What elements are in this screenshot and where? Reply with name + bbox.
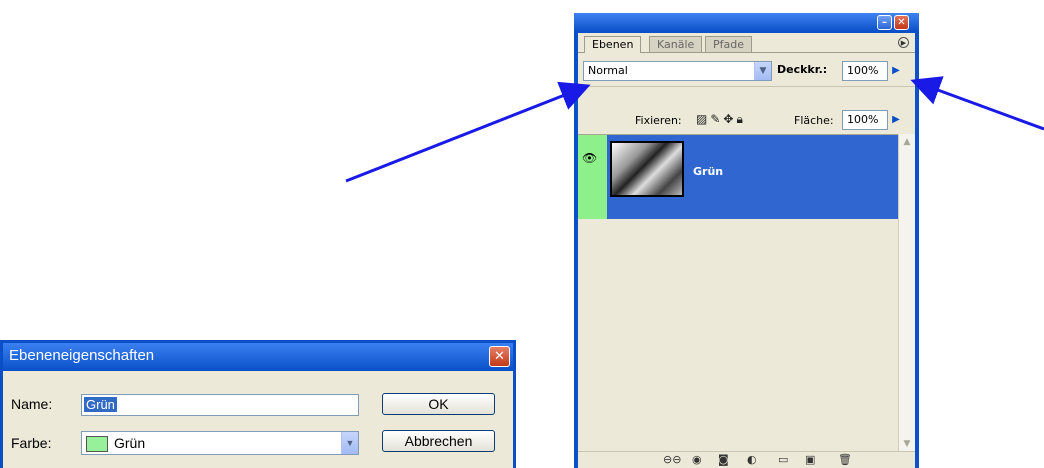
arrow-to-opacity <box>910 76 1044 131</box>
layer-style-icon[interactable]: ◉ <box>692 452 702 468</box>
eye-icon[interactable]: 👁︎ <box>582 151 597 165</box>
dialog-title: Ebeneneigenschaften <box>9 347 155 364</box>
new-group-icon[interactable]: ▭ <box>778 452 788 468</box>
blend-mode-value: Normal <box>588 64 628 77</box>
adjustment-layer-icon[interactable]: ◐ <box>747 452 757 468</box>
arrow-to-blend-mode <box>345 81 591 183</box>
layer-list-scrollbar[interactable]: ▲ ▼ <box>898 134 915 452</box>
mask-icon[interactable]: ◙ <box>718 452 729 468</box>
fill-field[interactable]: 100% <box>842 110 888 130</box>
panel-menu-icon[interactable]: ▶ <box>898 37 909 48</box>
layer-row[interactable]: 👁︎ Grün <box>578 135 899 219</box>
name-label: Name: <box>11 396 53 412</box>
layer-list: 👁︎ Grün <box>578 134 899 452</box>
scroll-up-icon[interactable]: ▲ <box>899 134 915 150</box>
color-value: Grün <box>114 435 146 451</box>
dialog-titlebar: Ebeneneigenschaften ✕ <box>3 343 513 371</box>
cancel-button[interactable]: Abbrechen <box>382 430 495 452</box>
fill-slider-arrow-icon[interactable]: ▶ <box>889 110 903 130</box>
layers-panel: – ✕ Ebenen Kanäle Pfade ▶ Normal ▼ Deckk… <box>574 13 919 468</box>
close-icon[interactable]: ✕ <box>894 15 909 30</box>
minimize-icon[interactable]: – <box>877 15 892 30</box>
scroll-down-icon[interactable]: ▼ <box>899 436 915 452</box>
blend-mode-select[interactable]: Normal ▼ <box>583 61 772 81</box>
panel-body: Ebenen Kanäle Pfade ▶ Normal ▼ Deckkr.: … <box>578 33 915 468</box>
panel-titlebar: – ✕ <box>574 13 919 32</box>
trash-icon[interactable]: 🗑︎ <box>838 452 852 468</box>
lock-label: Fixieren: <box>635 114 682 127</box>
chevron-down-icon[interactable]: ▼ <box>341 432 358 454</box>
divider <box>578 86 915 87</box>
lock-all-icon[interactable]: 🔒︎ <box>736 112 745 126</box>
layer-name: Grün <box>693 165 724 178</box>
name-value: Grün <box>84 397 117 412</box>
link-icon[interactable]: ⊖⊖ <box>663 452 681 468</box>
new-layer-icon[interactable]: ▣ <box>805 452 815 468</box>
fill-label: Fläche: <box>794 114 834 127</box>
color-swatch <box>86 436 108 452</box>
chevron-down-icon[interactable]: ▼ <box>754 62 771 80</box>
layer-thumbnail <box>610 141 684 197</box>
layer-color-label: 👁︎ <box>578 135 607 219</box>
close-icon[interactable]: ✕ <box>489 346 510 367</box>
color-label: Farbe: <box>11 435 52 451</box>
opacity-label: Deckkr.: <box>777 63 828 76</box>
layers-toolbar: ⊖⊖ ◉ ◙ ◐ ▭ ▣ 🗑︎ <box>578 451 915 468</box>
tab-channels[interactable]: Kanäle <box>649 36 703 52</box>
lock-move-icon[interactable]: ✥ <box>723 112 736 126</box>
color-select[interactable]: Grün ▼ <box>81 431 359 455</box>
lock-paint-icon[interactable]: ✎ <box>710 112 723 126</box>
name-field[interactable]: Grün <box>81 394 359 416</box>
layer-properties-dialog: Ebeneneigenschaften ✕ Name: Grün Farbe: … <box>0 340 516 468</box>
ok-button[interactable]: OK <box>382 393 495 415</box>
lock-options: ▨✎✥🔒︎ <box>696 112 746 127</box>
lock-transparency-icon[interactable]: ▨ <box>696 112 710 126</box>
opacity-field[interactable]: 100% <box>842 61 888 81</box>
panel-tabs: Ebenen Kanäle Pfade ▶ <box>578 33 915 53</box>
opacity-slider-arrow-icon[interactable]: ▶ <box>889 61 903 81</box>
tab-paths[interactable]: Pfade <box>705 36 752 52</box>
tab-layers[interactable]: Ebenen <box>584 36 642 53</box>
